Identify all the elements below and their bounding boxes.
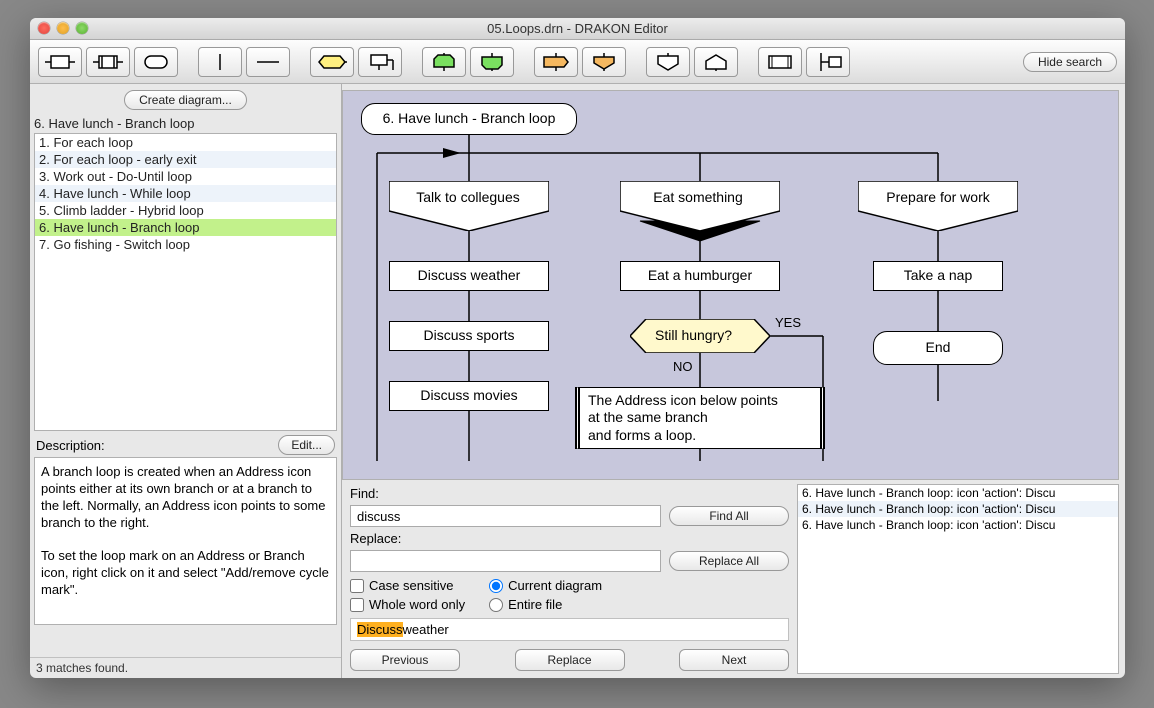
diagram-title[interactable]: 6. Have lunch - Branch loop (361, 103, 577, 135)
current-match: Discuss weather (350, 618, 789, 641)
diagram-list[interactable]: 1. For each loop 2. For each loop - earl… (34, 133, 337, 431)
next-button[interactable]: Next (679, 649, 789, 671)
status-bar: 3 matches found. (30, 657, 341, 678)
tool-if-icon[interactable] (310, 47, 354, 77)
action-box[interactable]: Eat a humburger (620, 261, 780, 291)
result-row[interactable]: 6. Have lunch - Branch loop: icon 'actio… (798, 485, 1118, 501)
diagram-filter[interactable]: 6. Have lunch - Branch loop (30, 116, 341, 133)
zoom-icon[interactable] (76, 22, 88, 34)
tool-select-icon[interactable] (358, 47, 402, 77)
list-item-selected[interactable]: 6. Have lunch - Branch loop (35, 219, 336, 236)
hide-search-button[interactable]: Hide search (1023, 52, 1117, 72)
description-label: Description: (36, 438, 105, 453)
titlebar: 05.Loops.drn - DRAKON Editor (30, 18, 1125, 40)
replace-all-button[interactable]: Replace All (669, 551, 789, 571)
tool-action-icon[interactable] (38, 47, 82, 77)
tool-branch-icon[interactable] (646, 47, 690, 77)
if-label: Still hungry? (655, 327, 732, 343)
search-results[interactable]: 6. Have lunch - Branch loop: icon 'actio… (797, 484, 1119, 674)
tool-vertical-line-icon[interactable] (198, 47, 242, 77)
tool-loop-start-icon[interactable] (422, 47, 466, 77)
entire-file-radio[interactable]: Entire file (489, 597, 602, 612)
minimize-icon[interactable] (57, 22, 69, 34)
tool-rounded-icon[interactable] (134, 47, 178, 77)
replace-button[interactable]: Replace (515, 649, 625, 671)
list-item[interactable]: 4. Have lunch - While loop (35, 185, 336, 202)
tool-output-icon[interactable] (582, 47, 626, 77)
current-diagram-radio[interactable]: Current diagram (489, 578, 602, 593)
toolbar: Hide search (30, 40, 1125, 84)
find-input[interactable] (350, 505, 661, 527)
result-row[interactable]: 6. Have lunch - Branch loop: icon 'actio… (798, 517, 1118, 533)
list-item[interactable]: 1. For each loop (35, 134, 336, 151)
action-box[interactable]: Discuss movies (389, 381, 549, 411)
tool-comment-icon[interactable] (758, 47, 802, 77)
action-box[interactable]: Discuss sports (389, 321, 549, 351)
no-label: NO (673, 359, 693, 374)
description-text: A branch loop is created when an Address… (34, 457, 337, 625)
replace-input[interactable] (350, 550, 661, 572)
branch-header-label: Eat something (633, 189, 763, 205)
tool-side-comment-icon[interactable] (806, 47, 850, 77)
find-label: Find: (350, 486, 789, 501)
find-panel: Find: Find All Replace: Replace All Case… (342, 480, 797, 678)
list-item[interactable]: 7. Go fishing - Switch loop (35, 236, 336, 253)
edit-description-button[interactable]: Edit... (278, 435, 335, 455)
tool-loop-end-icon[interactable] (470, 47, 514, 77)
branch-header-label: Prepare for work (873, 189, 1003, 205)
list-item[interactable]: 5. Climb ladder - Hybrid loop (35, 202, 336, 219)
tool-horizontal-line-icon[interactable] (246, 47, 290, 77)
window-title: 05.Loops.drn - DRAKON Editor (487, 21, 668, 36)
case-sensitive-checkbox[interactable]: Case sensitive (350, 578, 465, 593)
action-box[interactable]: Take a nap (873, 261, 1003, 291)
tool-shelf-icon[interactable] (534, 47, 578, 77)
branch-header-label: Talk to collegues (403, 189, 533, 205)
whole-word-checkbox[interactable]: Whole word only (350, 597, 465, 612)
end-box[interactable]: End (873, 331, 1003, 365)
replace-label: Replace: (350, 531, 789, 546)
find-all-button[interactable]: Find All (669, 506, 789, 526)
close-icon[interactable] (38, 22, 50, 34)
sidebar: Create diagram... 6. Have lunch - Branch… (30, 84, 342, 678)
comment-box[interactable]: The Address icon below points at the sam… (575, 387, 825, 449)
list-item[interactable]: 2. For each loop - early exit (35, 151, 336, 168)
window-controls (38, 22, 88, 34)
yes-label: YES (775, 315, 801, 330)
result-row[interactable]: 6. Have lunch - Branch loop: icon 'actio… (798, 501, 1118, 517)
list-item[interactable]: 3. Work out - Do-Until loop (35, 168, 336, 185)
diagram-canvas[interactable]: 6. Have lunch - Branch loop Talk to coll… (342, 90, 1119, 480)
previous-button[interactable]: Previous (350, 649, 460, 671)
app-window: 05.Loops.drn - DRAKON Editor Hide search… (30, 18, 1125, 678)
action-box[interactable]: Discuss weather (389, 261, 549, 291)
tool-insertion-icon[interactable] (86, 47, 130, 77)
create-diagram-button[interactable]: Create diagram... (124, 90, 247, 110)
tool-address-icon[interactable] (694, 47, 738, 77)
